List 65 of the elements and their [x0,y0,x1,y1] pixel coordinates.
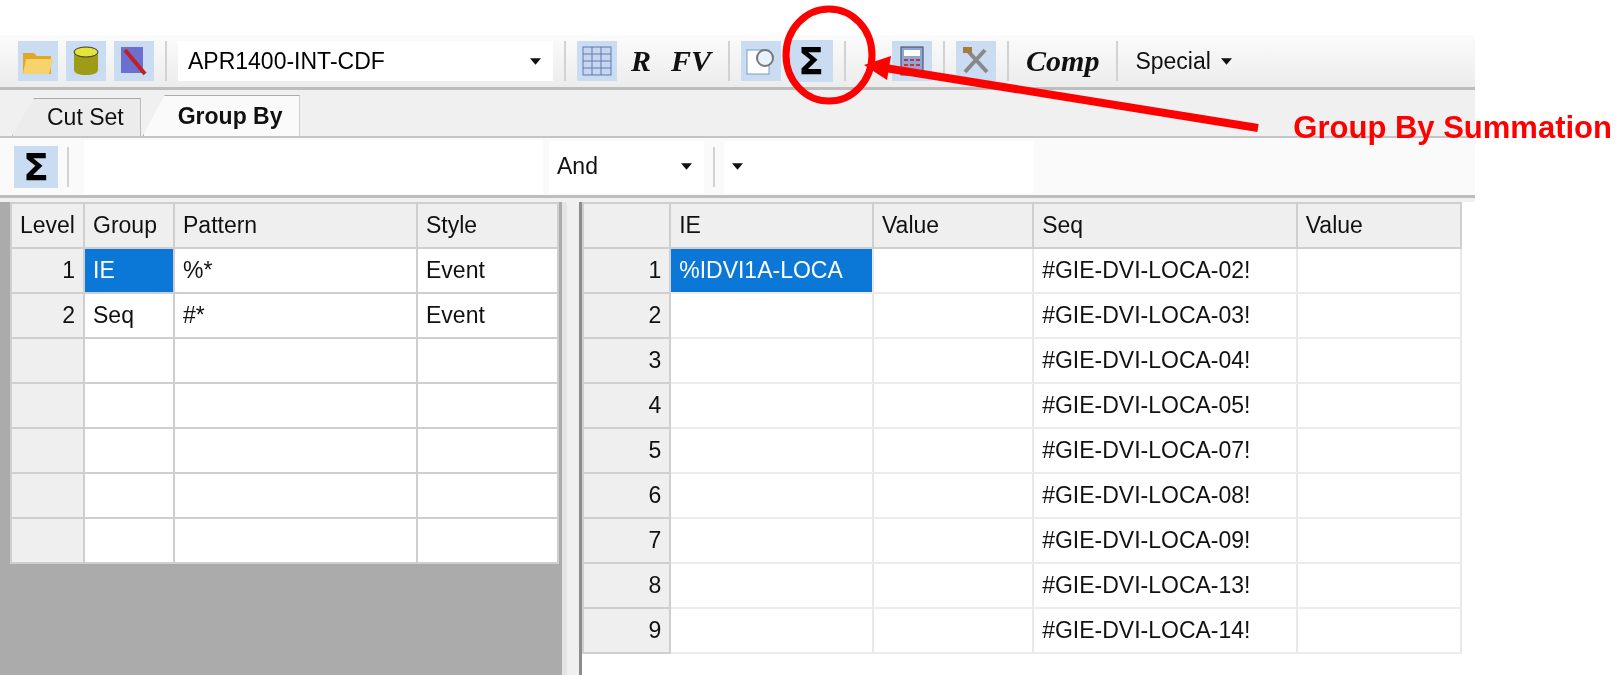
value-dropdown[interactable] [724,140,1034,193]
table-cell[interactable]: #GIE-DVI-LOCA-04! [1033,338,1297,383]
row-number: 2 [583,293,671,338]
table-cell[interactable]: %* [174,248,417,293]
table-cell[interactable] [670,428,873,473]
tab[interactable]: Group By [142,95,300,136]
table-cell[interactable]: #GIE-DVI-LOCA-08! [1033,473,1297,518]
column-header[interactable]: Value [872,203,1034,248]
grid-icon[interactable] [577,41,617,81]
table-cell[interactable]: #GIE-DVI-LOCA-13! [1033,563,1297,608]
row-header: 1 [11,248,84,293]
row-header: 2 [11,293,84,338]
column-header[interactable]: IE [670,203,873,248]
summation-button[interactable]: Σ [14,145,58,188]
folder-icon[interactable] [18,41,58,81]
table-cell[interactable]: #GIE-DVI-LOCA-14! [1033,608,1297,653]
table-cell[interactable] [670,338,873,383]
table-cell[interactable]: #GIE-DVI-LOCA-03! [1033,293,1297,338]
caret-icon [530,57,541,65]
pattern-field[interactable] [84,139,543,194]
operator-dropdown[interactable]: And [549,140,704,193]
model-select[interactable]: APR1400-INT-CDF [178,41,553,81]
table-cell[interactable] [670,293,873,338]
row-number: 7 [583,518,671,563]
column-header[interactable]: Group [84,203,174,248]
r-button[interactable]: R [625,44,657,78]
magnifier-icon[interactable] [741,41,782,81]
table-cell[interactable]: #GIE-DVI-LOCA-07! [1033,428,1297,473]
table-cell[interactable]: %IDVI1A-LOCA [670,248,873,293]
table-cell[interactable]: Event [417,293,558,338]
row-number: 4 [583,383,671,428]
table-cell[interactable] [670,563,873,608]
table-cell[interactable]: #GIE-DVI-LOCA-05! [1033,383,1297,428]
tools-icon[interactable] [956,41,997,81]
row-number: 1 [583,248,671,293]
caret-icon [681,163,692,170]
row-number: 5 [583,428,671,473]
caret-icon [732,163,743,170]
summation-button[interactable]: Σ [789,40,834,82]
special-menu[interactable]: Special [1129,47,1238,75]
table-cell[interactable]: IE [84,248,174,293]
table-cell[interactable]: Seq [84,293,174,338]
column-header[interactable]: Level [11,203,84,248]
callout-label: Group By Summation [1293,110,1612,146]
database-icon[interactable] [66,41,106,81]
table-cell[interactable]: #GIE-DVI-LOCA-02! [1033,248,1297,293]
caret-icon [1220,57,1232,65]
row-number: 9 [583,608,671,653]
table-cell[interactable]: #* [174,293,417,338]
comp-button[interactable]: Comp [1020,44,1106,78]
row-number: 8 [583,563,671,608]
column-header[interactable]: Value [1296,203,1461,248]
table-cell[interactable] [670,473,873,518]
column-header[interactable]: Pattern [174,203,417,248]
table-cell[interactable]: #GIE-DVI-LOCA-09! [1033,518,1297,563]
fv-button[interactable]: FV [665,44,718,78]
row-number: 6 [583,473,671,518]
table-cell[interactable] [670,608,873,653]
column-header[interactable]: Seq [1033,203,1297,248]
tab[interactable]: Cut Set [12,98,141,136]
table-cell[interactable] [670,383,873,428]
table-cell[interactable]: Event [417,248,558,293]
table-cell[interactable] [670,518,873,563]
column-header[interactable]: Style [417,203,558,248]
row-number: 3 [583,338,671,383]
